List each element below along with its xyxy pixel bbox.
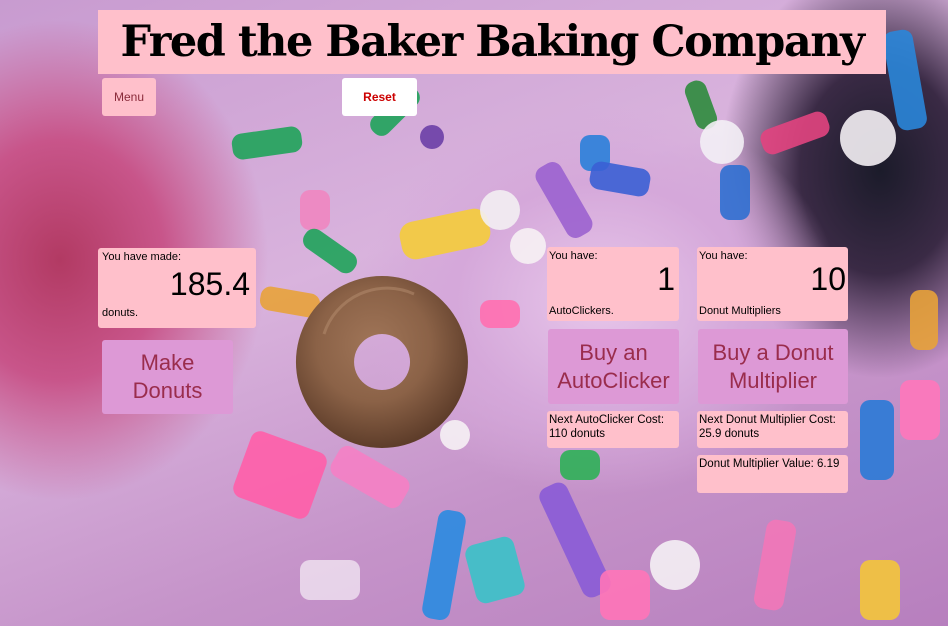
buy-autoclicker-label: Buy an AutoClicker xyxy=(557,339,670,393)
next-multiplier-cost: Next Donut Multiplier Cost: 25.9 donuts xyxy=(697,411,848,448)
next-autoclicker-cost: Next AutoClicker Cost: 110 donuts xyxy=(547,411,679,448)
multipliers-prefix: You have: xyxy=(699,250,748,262)
page-title: Fred the Baker Baking Company xyxy=(120,17,865,67)
make-donuts-button[interactable]: Make Donuts xyxy=(102,340,233,414)
buy-multiplier-label: Buy a Donut Multiplier xyxy=(712,339,834,393)
buy-autoclicker-button[interactable]: Buy an AutoClicker xyxy=(548,329,679,404)
buy-multiplier-button[interactable]: Buy a Donut Multiplier xyxy=(698,329,848,404)
autoclickers-panel: You have: 1 AutoClickers. xyxy=(547,247,679,321)
multiplier-value: Donut Multiplier Value: 6.19 xyxy=(697,455,848,493)
autoclickers-suffix: AutoClickers. xyxy=(549,305,614,317)
donuts-made-prefix: You have made: xyxy=(102,251,182,263)
multipliers-suffix: Donut Multipliers xyxy=(699,305,781,317)
donut-icon[interactable] xyxy=(294,274,470,450)
multipliers-count: 10 xyxy=(810,261,846,297)
title-banner: Fred the Baker Baking Company xyxy=(98,10,886,74)
multipliers-panel: You have: 10 Donut Multipliers xyxy=(697,247,848,321)
make-donuts-label: Make Donuts xyxy=(132,350,203,403)
autoclickers-count: 1 xyxy=(657,261,675,297)
reset-button[interactable]: Reset xyxy=(342,78,417,116)
autoclickers-prefix: You have: xyxy=(549,250,598,262)
menu-button[interactable]: Menu xyxy=(102,78,156,116)
donuts-made-count: 185.4 xyxy=(169,266,250,302)
donuts-made-panel: You have made: 185.4 donuts. xyxy=(98,248,256,328)
donuts-made-suffix: donuts. xyxy=(102,307,139,319)
